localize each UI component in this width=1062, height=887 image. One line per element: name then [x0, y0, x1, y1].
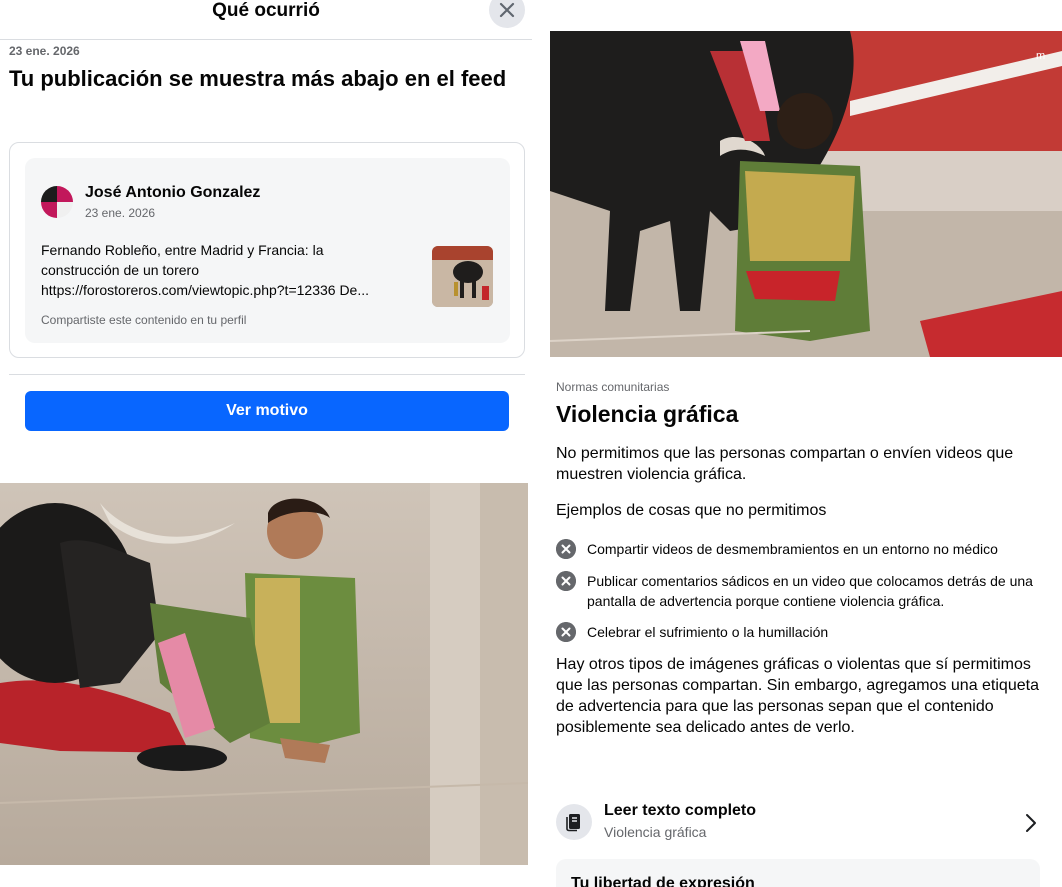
post-text-line: construcción de un torero [41, 262, 199, 278]
close-icon [499, 2, 515, 18]
policy-allowed-text: Hay otros tipos de imágenes gráficas o v… [556, 656, 1039, 736]
shared-note: Compartiste este contenido en tu perfil [41, 313, 247, 327]
header-divider [0, 39, 532, 40]
post-text-line: Fernando Robleño, entre Madrid y Francia… [41, 242, 324, 258]
read-full-title: Leer texto completo [604, 802, 757, 819]
list-item-text: Celebrar el sufrimiento o la humillación [587, 624, 829, 640]
bullfight-photo: m [550, 31, 1062, 357]
examples-heading: Ejemplos de cosas que no permitimos [556, 502, 827, 519]
read-full-subtitle: Violencia gráfica [604, 824, 707, 840]
close-button[interactable] [489, 0, 525, 28]
freedom-of-expression-card[interactable]: Tu libertad de expresión [556, 859, 1040, 887]
bullfight-photo [0, 483, 528, 865]
policy-title: Violencia gráfica [556, 401, 739, 427]
policy-panel: m Normas comunitarias Violencia gráfica … [550, 0, 1062, 887]
chevron-right-icon [1026, 814, 1036, 832]
post-card: José Antonio Gonzalez 23 ene. 2026 Ferna… [9, 142, 525, 358]
book-icon [566, 814, 580, 832]
what-happened-panel: Qué ocurrió 23 ene. 2026 Tu publicación … [0, 0, 532, 887]
norms-category: Normas comunitarias [556, 380, 670, 394]
x-circle-icon [556, 622, 576, 642]
post-text: Fernando Robleño, entre Madrid y Francia… [41, 240, 411, 300]
x-circle-icon [556, 539, 576, 559]
notice-date: 23 ene. 2026 [9, 44, 80, 58]
post-link: https://forostoreros.com/viewtopic.php?t… [41, 282, 370, 298]
post-thumbnail [432, 246, 493, 307]
see-reason-button[interactable]: Ver motivo [25, 391, 509, 431]
notice-headline: Tu publicación se muestra más abajo en e… [9, 66, 507, 91]
list-item-text: Compartir videos de desmembramientos en … [587, 541, 998, 557]
read-full-text-link[interactable]: Leer texto completo Violencia gráfica [556, 800, 1041, 846]
read-full-icon-wrap [556, 804, 592, 840]
freedom-title: Tu libertad de expresión [571, 875, 755, 887]
list-item-text: Publicar comentarios sádicos en un video… [587, 573, 1033, 609]
post-author: José Antonio Gonzalez [85, 184, 261, 201]
post-preview[interactable]: José Antonio Gonzalez 23 ene. 2026 Ferna… [25, 158, 510, 343]
section-divider [9, 374, 525, 375]
post-date: 23 ene. 2026 [85, 206, 156, 220]
policy-intro: No permitimos que las personas compartan… [556, 445, 1014, 483]
avatar [41, 186, 73, 218]
dialog-title: Qué ocurrió [212, 0, 320, 21]
svg-text:m: m [1036, 50, 1045, 62]
x-circle-icon [556, 571, 576, 591]
